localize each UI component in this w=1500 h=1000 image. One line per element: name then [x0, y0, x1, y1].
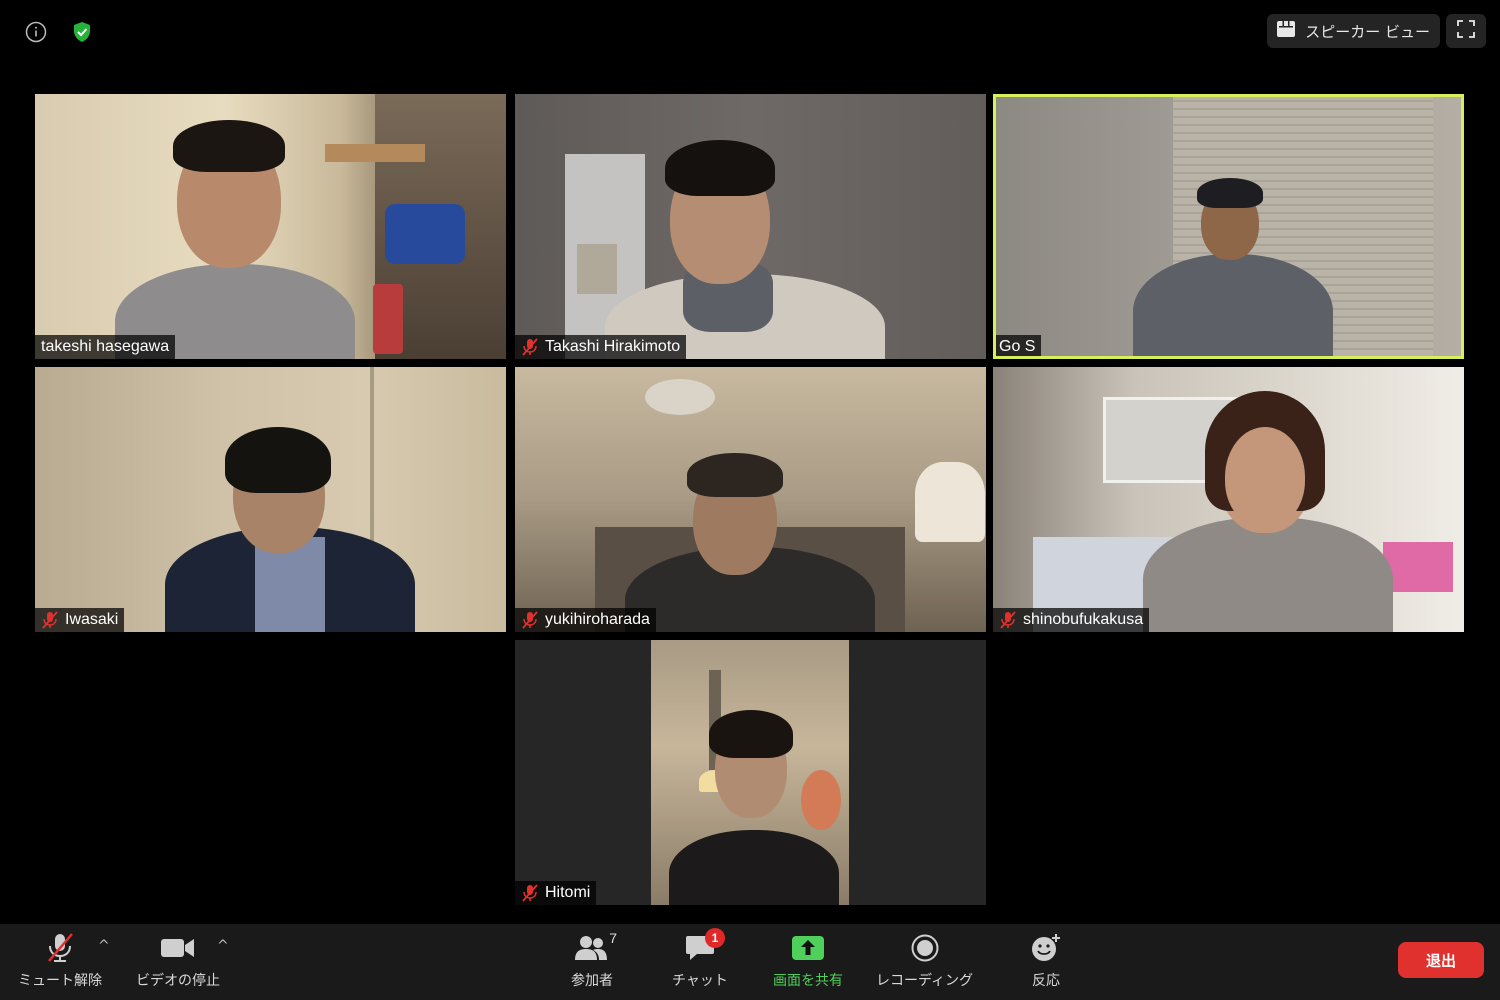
mic-muted-icon: [521, 338, 539, 356]
fullscreen-icon: [1457, 20, 1475, 42]
chat-bubble-icon: 1: [685, 928, 725, 964]
stop-video-label: ビデオの停止: [136, 973, 220, 989]
record-label: レコーディング: [876, 973, 974, 989]
meeting-info-bar: [24, 20, 94, 44]
emoji-add-icon: [1030, 932, 1062, 964]
unmute-label: ミュート解除: [18, 973, 102, 989]
stop-video-button[interactable]: ビデオの停止: [136, 932, 220, 990]
reactions-button[interactable]: 反応: [1030, 932, 1062, 990]
participants-count: 7: [609, 930, 617, 946]
video-options-caret[interactable]: ^: [217, 938, 229, 954]
participant-nameplate: Iwasaki: [35, 608, 125, 632]
share-screen-icon: [791, 932, 825, 964]
speaker-view-button[interactable]: スピーカー ビュー: [1267, 14, 1440, 48]
participant-nameplate: Takashi Hirakimoto: [515, 335, 687, 359]
video-tile[interactable]: Takashi Hirakimoto: [515, 94, 986, 359]
participant-nameplate: Hitomi: [515, 881, 597, 905]
mic-muted-icon: [43, 932, 77, 964]
participant-name: Hitomi: [545, 884, 591, 901]
reactions-label: 反応: [1032, 973, 1060, 989]
participant-nameplate: takeshi hasegawa: [35, 335, 176, 359]
participant-nameplate: yukihiroharada: [515, 608, 656, 632]
record-button[interactable]: レコーディング: [876, 932, 973, 990]
fullscreen-button[interactable]: [1446, 14, 1486, 48]
video-tile[interactable]: shinobufukakusa: [993, 367, 1464, 632]
meeting-toolbar: ミュート解除 ^ ビデオの停止 ^ 7 参加者 1 チャット 画面を共有 レコー…: [0, 924, 1500, 1000]
participant-nameplate: shinobufukakusa: [993, 608, 1150, 632]
participants-button[interactable]: 7 参加者: [571, 930, 617, 990]
video-tile[interactable]: Hitomi: [515, 640, 986, 905]
chat-button[interactable]: 1 チャット: [672, 928, 728, 990]
participants-label: 参加者: [571, 973, 613, 989]
video-tile[interactable]: Iwasaki: [35, 367, 506, 632]
chat-unread-badge: 1: [704, 928, 725, 948]
participant-name: Go S: [999, 338, 1036, 355]
participant-name: takeshi hasegawa: [41, 338, 170, 355]
unmute-button[interactable]: ミュート解除: [18, 932, 102, 990]
info-icon[interactable]: [24, 20, 48, 44]
share-screen-label: 画面を共有: [773, 973, 843, 989]
mic-muted-icon: [521, 611, 539, 629]
share-screen-button[interactable]: 画面を共有: [773, 932, 843, 990]
participant-name: Iwasaki: [65, 611, 119, 628]
grid-icon: [1277, 21, 1296, 41]
mic-muted-icon: [41, 611, 59, 629]
audio-options-caret[interactable]: ^: [98, 938, 110, 954]
video-tile[interactable]: yukihiroharada: [515, 367, 986, 632]
participant-nameplate: Go S: [993, 335, 1042, 359]
video-tile[interactable]: takeshi hasegawa: [35, 94, 506, 359]
view-label: スピーカー ビュー: [1305, 22, 1430, 41]
leave-meeting-button[interactable]: 退出: [1398, 942, 1484, 978]
shield-check-icon[interactable]: [70, 20, 94, 44]
participant-name: Takashi Hirakimoto: [545, 338, 681, 355]
participant-name: yukihiroharada: [545, 611, 650, 628]
mic-muted-icon: [999, 611, 1017, 629]
chat-label: チャット: [672, 973, 728, 989]
view-controls: スピーカー ビュー: [1267, 14, 1486, 48]
record-icon: [911, 932, 939, 964]
participants-icon: 7: [575, 930, 617, 964]
mic-muted-icon: [521, 884, 539, 902]
video-camera-icon: [160, 932, 196, 964]
participant-name: shinobufukakusa: [1023, 611, 1144, 628]
video-tile-active-speaker[interactable]: Go S: [993, 94, 1464, 359]
